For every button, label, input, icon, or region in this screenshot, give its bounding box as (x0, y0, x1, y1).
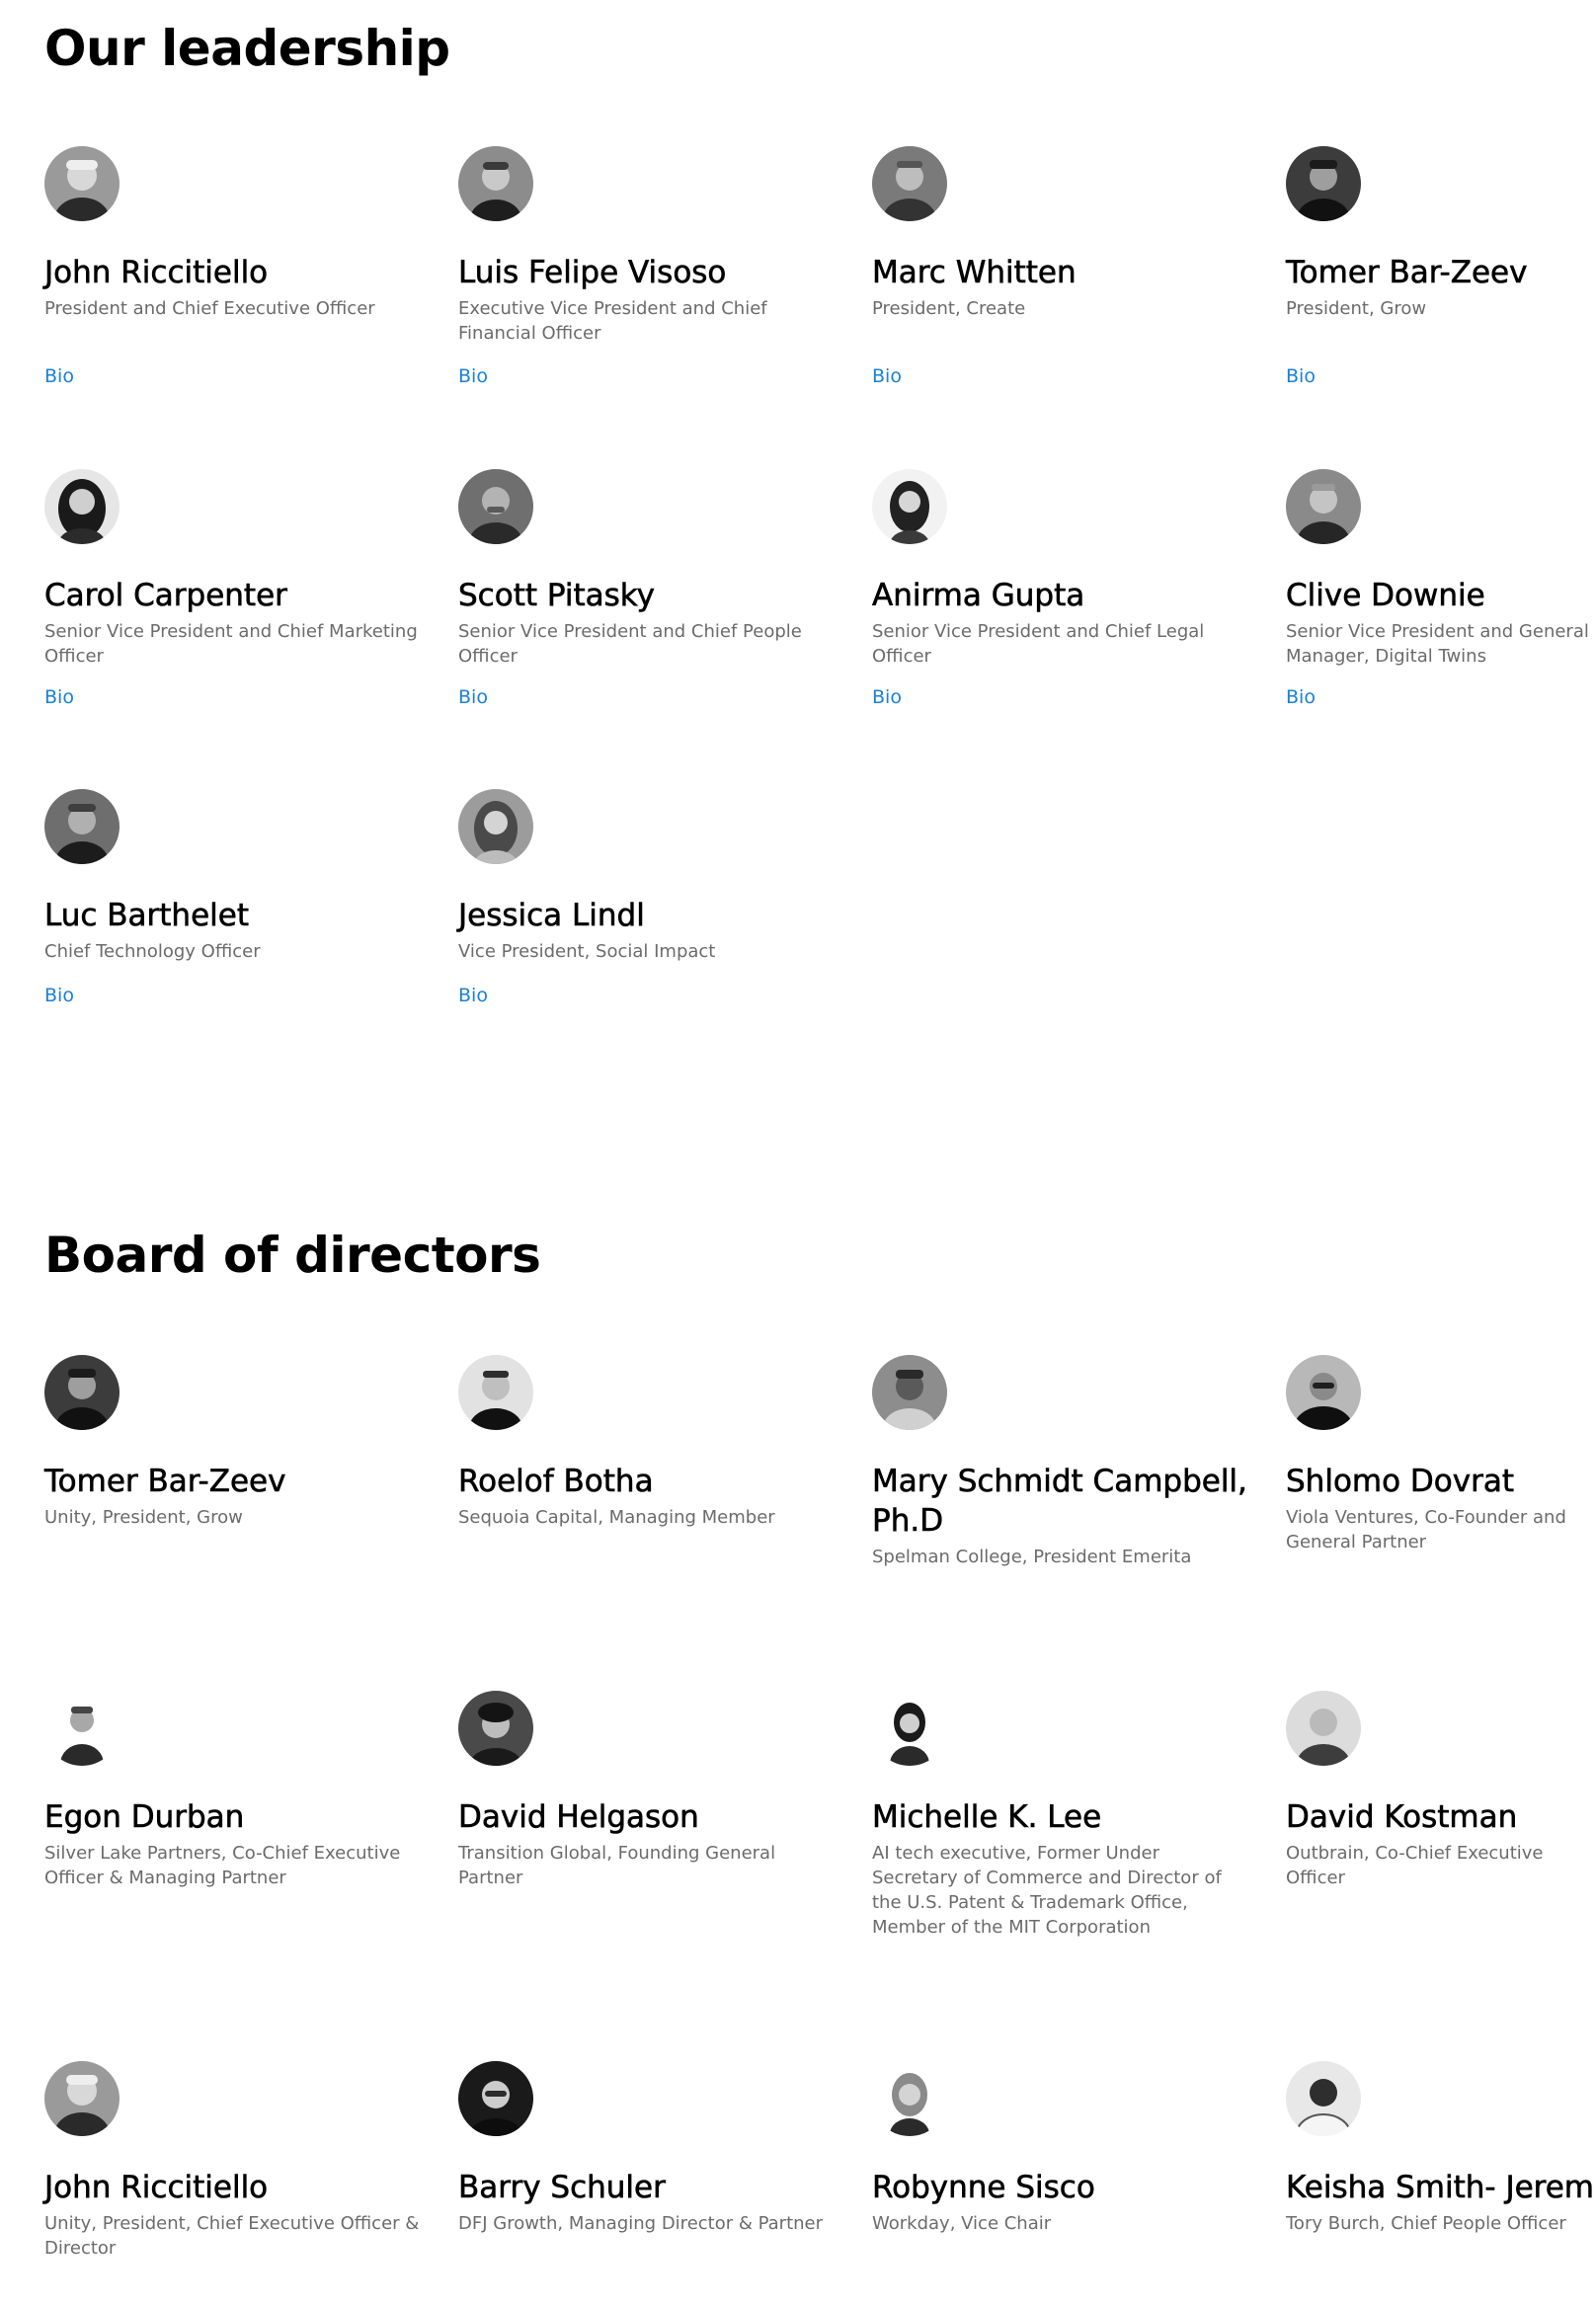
person-role: Senior Vice President and Chief Marketin… (44, 621, 418, 667)
person-role: Executive Vice President and Chief Finan… (458, 298, 767, 344)
bio-link[interactable]: Bio (44, 686, 74, 708)
person-name: Carol Carpenter (44, 578, 288, 614)
person-name: Marc Whitten (872, 255, 1077, 291)
avatar (458, 2061, 533, 2136)
avatar (458, 146, 533, 221)
bio-link[interactable]: Bio (872, 686, 902, 708)
person-role: Unity, President, Grow (44, 1507, 243, 1528)
person-name: Tomer Bar-Zeev (1286, 255, 1528, 291)
avatar (872, 1691, 947, 1766)
avatar (44, 2061, 120, 2136)
person-name: David Kostman (1286, 1799, 1518, 1836)
person-name: Michelle K. Lee (872, 1799, 1102, 1836)
person-role: Senior Vice President and Chief People O… (458, 621, 802, 667)
person-name: Luis Felipe Visoso (458, 255, 727, 291)
person-name: Luc Barthelet (44, 898, 250, 934)
person-role: Unity, President, Chief Executive Office… (44, 2213, 420, 2259)
avatar (872, 1355, 947, 1430)
bio-link[interactable]: Bio (872, 365, 902, 387)
avatar (1286, 2061, 1361, 2136)
avatar (1286, 469, 1361, 544)
bio-link[interactable]: Bio (44, 985, 74, 1006)
avatar (44, 146, 120, 221)
person-name: Barry Schuler (458, 2170, 666, 2206)
avatar (44, 1355, 120, 1430)
avatar (458, 789, 533, 864)
person-role: Tory Burch, Chief People Officer (1286, 2213, 1566, 2234)
person-name: Egon Durban (44, 1799, 245, 1836)
avatar (1286, 1691, 1361, 1766)
bio-link[interactable]: Bio (458, 985, 488, 1006)
person-role: AI tech executive, Former Under Secretar… (872, 1843, 1222, 1938)
bio-link[interactable]: Bio (458, 686, 488, 708)
person-role: Workday, Vice Chair (872, 2213, 1052, 2234)
person-name: Anirma Gupta (872, 578, 1085, 614)
person-role: Senior Vice President and General Manage… (1286, 621, 1589, 667)
avatar (872, 469, 947, 544)
avatar (872, 146, 947, 221)
person-name: David Helgason (458, 1799, 699, 1836)
person-name: Clive Downie (1286, 578, 1485, 614)
person-role: President, Grow (1286, 298, 1427, 319)
person-role: Sequoia Capital, Managing Member (458, 1507, 775, 1528)
avatar (458, 469, 533, 544)
person-role: President and Chief Executive Officer (44, 298, 375, 319)
avatar (44, 789, 120, 864)
person-name: Jessica Lindl (458, 898, 645, 934)
person-role: Transition Global, Founding General Part… (458, 1843, 776, 1888)
person-name: Shlomo Dovrat (1286, 1464, 1515, 1500)
person-name: Roelof Botha (458, 1464, 654, 1500)
avatar (458, 1355, 533, 1430)
bio-link[interactable]: Bio (458, 365, 488, 387)
avatar (1286, 146, 1361, 221)
avatar (1286, 1355, 1361, 1430)
person-name: Mary Schmidt Campbell, Ph.D (872, 1464, 1248, 1540)
person-role: Senior Vice President and Chief Legal Of… (872, 621, 1205, 667)
person-role: DFJ Growth, Managing Director & Partner (458, 2213, 824, 2234)
person-role: Silver Lake Partners, Co-Chief Executive… (44, 1843, 401, 1888)
person-name: Scott Pitasky (458, 578, 656, 614)
person-role: Viola Ventures, Co-Founder and General P… (1286, 1507, 1566, 1552)
bio-link[interactable]: Bio (1286, 686, 1316, 708)
person-role: Chief Technology Officer (44, 941, 261, 962)
person-name: John Riccitiello (44, 255, 269, 291)
avatar (458, 1691, 533, 1766)
avatar (872, 2061, 947, 2136)
person-role: Vice President, Social Impact (458, 941, 716, 962)
person-name: Robynne Sisco (872, 2170, 1095, 2206)
person-name: Keisha Smith- Jeremie (1286, 2170, 1596, 2206)
person-name: Tomer Bar-Zeev (44, 1464, 286, 1500)
leadership-title: Our leadership (44, 20, 450, 77)
person-role: Spelman College, President Emerita (872, 1547, 1192, 1567)
bio-link[interactable]: Bio (44, 365, 74, 387)
person-name: John Riccitiello (44, 2170, 269, 2206)
person-role: Outbrain, Co-Chief Executive Officer (1286, 1843, 1544, 1888)
board-title: Board of directors (44, 1227, 541, 1284)
bio-link[interactable]: Bio (1286, 365, 1316, 387)
person-role: President, Create (872, 298, 1026, 319)
avatar (44, 469, 120, 544)
avatar (44, 1691, 120, 1766)
